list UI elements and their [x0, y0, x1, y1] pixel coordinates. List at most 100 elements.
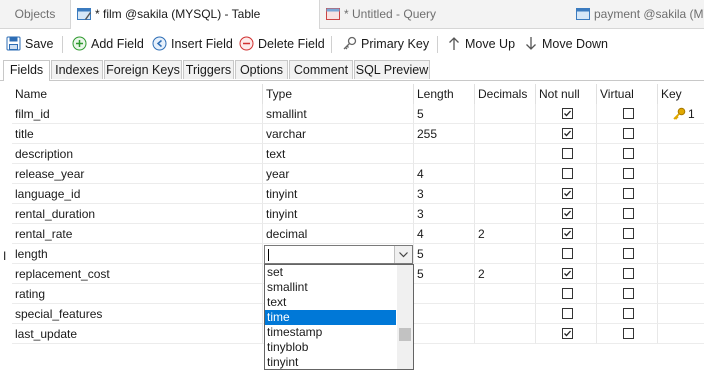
column-header-key[interactable]: Key — [658, 84, 704, 104]
tab-payment-table[interactable]: payment @sakila (MY — [570, 0, 704, 28]
field-decimals-cell[interactable]: 2 — [475, 264, 536, 284]
table-row[interactable]: film_id smallint 5 1 — [0, 104, 704, 124]
field-name-cell[interactable]: rental_duration — [12, 204, 263, 224]
dropdown-option[interactable]: time — [265, 310, 396, 325]
type-combobox[interactable] — [264, 245, 413, 264]
field-decimals-cell[interactable]: 2 — [475, 224, 536, 244]
virtual-checkbox[interactable] — [623, 328, 634, 339]
field-decimals-cell[interactable] — [475, 104, 536, 124]
field-length-cell[interactable]: 5 — [414, 264, 475, 284]
dropdown-option[interactable]: timestamp — [265, 325, 396, 340]
table-row[interactable]: rental_rate decimal 4 2 — [0, 224, 704, 244]
virtual-checkbox[interactable] — [623, 308, 634, 319]
virtual-checkbox[interactable] — [623, 128, 634, 139]
field-name-cell[interactable]: rental_rate — [12, 224, 263, 244]
tab-comment[interactable]: Comment — [289, 60, 353, 79]
field-name-cell[interactable]: replacement_cost — [12, 264, 263, 284]
scrollbar-thumb[interactable] — [399, 328, 411, 341]
not-null-checkbox[interactable] — [562, 148, 573, 159]
dropdown-option[interactable]: tinyint — [265, 355, 396, 370]
tab-film-table[interactable]: * film @sakila (MYSQL) - Table — [70, 0, 320, 29]
dropdown-option[interactable]: text — [265, 295, 396, 310]
field-type-cell[interactable]: text — [263, 144, 414, 164]
field-length-cell[interactable] — [414, 324, 475, 344]
virtual-checkbox[interactable] — [623, 228, 634, 239]
not-null-checkbox[interactable] — [562, 228, 573, 239]
field-length-cell[interactable] — [414, 284, 475, 304]
not-null-checkbox[interactable] — [562, 128, 573, 139]
field-decimals-cell[interactable] — [475, 144, 536, 164]
virtual-checkbox[interactable] — [623, 108, 634, 119]
field-decimals-cell[interactable] — [475, 284, 536, 304]
field-name-cell[interactable]: title — [12, 124, 263, 144]
field-name-cell[interactable]: rating — [12, 284, 263, 304]
table-row[interactable]: language_id tinyint 3 — [0, 184, 704, 204]
delete-field-button[interactable]: Delete Field — [239, 29, 325, 60]
tab-triggers[interactable]: Triggers — [183, 60, 234, 79]
not-null-checkbox[interactable] — [562, 248, 573, 259]
table-row[interactable]: description text — [0, 144, 704, 164]
field-length-cell[interactable] — [414, 144, 475, 164]
dropdown-option[interactable]: set — [265, 265, 396, 280]
field-length-cell[interactable]: 3 — [414, 184, 475, 204]
dropdown-button[interactable] — [394, 246, 412, 263]
field-decimals-cell[interactable] — [475, 164, 536, 184]
field-name-cell[interactable]: release_year — [12, 164, 263, 184]
not-null-checkbox[interactable] — [562, 168, 573, 179]
add-field-button[interactable]: Add Field — [72, 29, 144, 60]
virtual-checkbox[interactable] — [623, 288, 634, 299]
field-type-cell[interactable]: year — [263, 164, 414, 184]
column-header-name[interactable]: Name — [12, 84, 263, 104]
not-null-checkbox[interactable] — [562, 208, 573, 219]
not-null-checkbox[interactable] — [562, 288, 573, 299]
tab-fields[interactable]: Fields — [3, 60, 50, 81]
table-row[interactable]: rental_duration tinyint 3 — [0, 204, 704, 224]
field-type-cell[interactable]: tinyint — [263, 184, 414, 204]
field-length-cell[interactable] — [414, 304, 475, 324]
virtual-checkbox[interactable] — [623, 188, 634, 199]
dropdown-option[interactable]: tinyblob — [265, 340, 396, 355]
virtual-checkbox[interactable] — [623, 168, 634, 179]
field-name-cell[interactable]: film_id — [12, 104, 263, 124]
tab-foreign-keys[interactable]: Foreign Keys — [104, 60, 182, 79]
column-header-not-null[interactable]: Not null — [536, 84, 597, 104]
not-null-checkbox[interactable] — [562, 308, 573, 319]
field-name-cell[interactable]: length — [12, 244, 263, 264]
column-header-decimals[interactable]: Decimals — [475, 84, 536, 104]
field-name-cell[interactable]: last_update — [12, 324, 263, 344]
virtual-checkbox[interactable] — [623, 268, 634, 279]
not-null-checkbox[interactable] — [562, 268, 573, 279]
tab-options[interactable]: Options — [235, 60, 288, 79]
field-name-cell[interactable]: language_id — [12, 184, 263, 204]
dropdown-scrollbar[interactable] — [397, 265, 413, 369]
virtual-checkbox[interactable] — [623, 208, 634, 219]
insert-field-button[interactable]: Insert Field — [152, 29, 233, 60]
tab-untitled-query[interactable]: * Untitled - Query — [320, 0, 570, 28]
field-length-cell[interactable]: 5 — [414, 104, 475, 124]
field-decimals-cell[interactable] — [475, 324, 536, 344]
tab-indexes[interactable]: Indexes — [51, 60, 103, 79]
column-header-length[interactable]: Length — [414, 84, 475, 104]
field-length-cell[interactable]: 4 — [414, 164, 475, 184]
field-type-cell[interactable]: decimal — [263, 224, 414, 244]
field-decimals-cell[interactable] — [475, 304, 536, 324]
tab-objects[interactable]: Objects — [0, 0, 70, 28]
primary-key-button[interactable]: Primary Key — [342, 29, 429, 60]
column-header-type[interactable]: Type — [263, 84, 414, 104]
field-type-cell[interactable]: varchar — [263, 124, 414, 144]
dropdown-option[interactable]: smallint — [265, 280, 396, 295]
not-null-checkbox[interactable] — [562, 108, 573, 119]
column-header-virtual[interactable]: Virtual — [597, 84, 658, 104]
field-length-cell[interactable]: 4 — [414, 224, 475, 244]
field-name-cell[interactable]: special_features — [12, 304, 263, 324]
field-decimals-cell[interactable] — [475, 124, 536, 144]
tab-sql-preview[interactable]: SQL Preview — [354, 60, 430, 79]
field-decimals-cell[interactable] — [475, 184, 536, 204]
field-decimals-cell[interactable] — [475, 204, 536, 224]
move-down-button[interactable]: Move Down — [524, 29, 608, 60]
move-up-button[interactable]: Move Up — [447, 29, 515, 60]
field-decimals-cell[interactable] — [475, 244, 536, 264]
field-type-cell[interactable]: smallint — [263, 104, 414, 124]
field-length-cell[interactable]: 255 — [414, 124, 475, 144]
field-name-cell[interactable]: description — [12, 144, 263, 164]
